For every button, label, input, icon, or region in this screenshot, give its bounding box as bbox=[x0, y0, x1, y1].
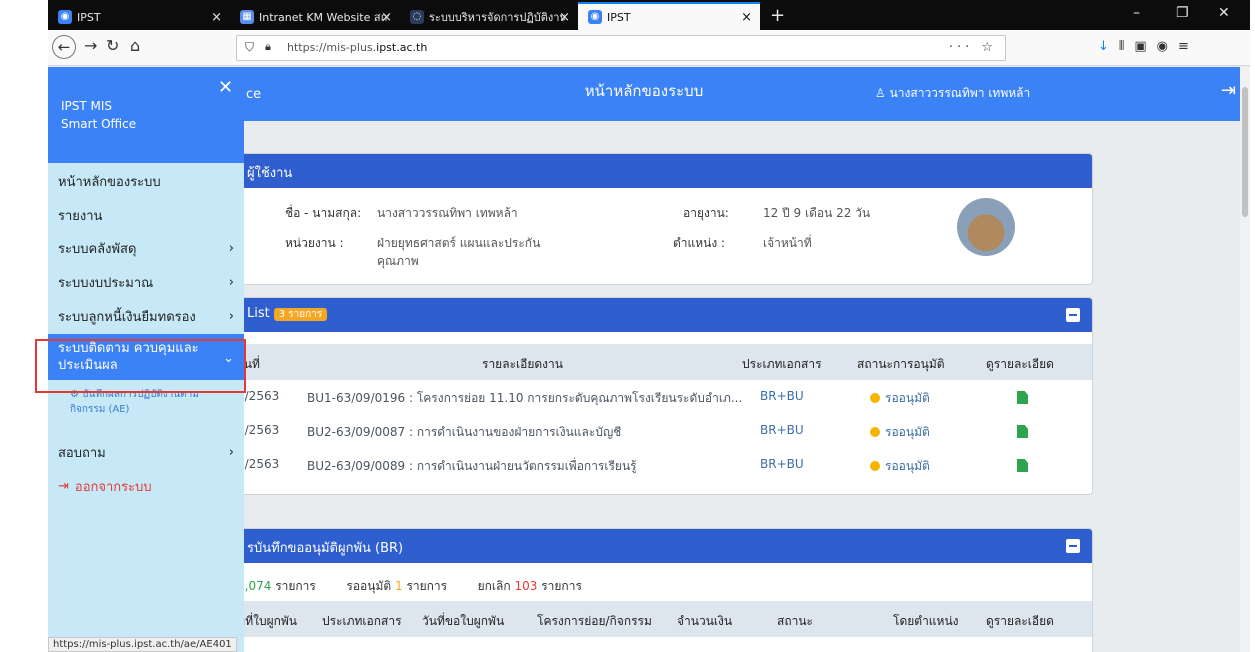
browser-tab-1[interactable]: ◉ IPST × bbox=[48, 4, 230, 30]
favicon-icon: ◉ bbox=[588, 10, 602, 24]
col-status: สถานะการอนุมัติ bbox=[857, 357, 945, 371]
lock-icon: 🔒︎ bbox=[265, 40, 271, 53]
sidebar-logout[interactable]: ⇥ ออกจากระบบ bbox=[48, 469, 244, 503]
sidebar: IPST MIS Smart Office ✕ หน้าหลักของระบบ ร… bbox=[48, 67, 244, 652]
unit-label: หน่วยงาน : bbox=[285, 236, 344, 250]
browser-tab-active[interactable]: ◉ IPST × bbox=[578, 2, 760, 30]
url-text: https://mis-plus.ipst.ac.th bbox=[287, 41, 428, 54]
name-value: นางสาววรรณทิพา เทพหล้า bbox=[377, 206, 518, 220]
close-window-icon[interactable]: ✕ bbox=[1218, 5, 1230, 21]
profile-header: ผู้ใช้งาน bbox=[237, 154, 1092, 188]
col-doctype: ประเภทเอกสาร bbox=[742, 357, 822, 371]
avatar bbox=[957, 198, 1015, 256]
favicon-icon: ▦ bbox=[240, 10, 254, 24]
chevron-right-icon: › bbox=[228, 444, 234, 460]
tab-bar: ◉ IPST × ▦ Intranet KM Website สถาบันส่ง… bbox=[48, 0, 1250, 30]
status-badge: รออนุมัติ bbox=[870, 457, 930, 476]
sidebar-subitem-ae[interactable]: ⚙ บันทึกผลการปฏิบัติงานตาม กิจกรรม (AE) bbox=[70, 387, 230, 417]
brand-name: IPST MIS bbox=[61, 99, 113, 113]
download-icon: ↓ bbox=[1098, 39, 1119, 54]
nav-bar: ← → ↻ ⌂ ⛉ 🔒︎ https://mis-plus.ipst.ac.th… bbox=[48, 30, 1250, 66]
unit-value: ฝ่ายยุทธศาสตร์ แผนและประกันคุณภาพ bbox=[377, 236, 541, 268]
reload-icon[interactable]: ↻ bbox=[106, 36, 119, 55]
chevron-down-icon: ⌄ bbox=[223, 351, 234, 366]
count-badge: 3 รายการ bbox=[273, 308, 328, 321]
sidebar-item-inquiry[interactable]: สอบถาม › bbox=[48, 435, 244, 469]
right-margin bbox=[1250, 0, 1255, 652]
minimize-icon[interactable]: – bbox=[1133, 5, 1140, 21]
sidebar-item-debtor[interactable]: ระบบลูกหนี้เงินยืมทดรอง › bbox=[48, 299, 244, 333]
favicon-icon: ◉ bbox=[58, 10, 72, 24]
brand-subtitle: Smart Office bbox=[61, 117, 137, 131]
user-menu[interactable]: ♙ นางสาววรรณทิพา เทพหล้า bbox=[875, 84, 1030, 103]
activity-icon: ⚙ bbox=[70, 389, 83, 400]
logout-icon: ⇥ bbox=[58, 478, 69, 494]
close-icon[interactable]: ✕ bbox=[218, 77, 233, 98]
document-icon[interactable] bbox=[1017, 425, 1028, 438]
sidebar-item-budget[interactable]: ระบบงบประมาณ › bbox=[48, 265, 244, 299]
sidebar-brand: IPST MIS Smart Office ✕ bbox=[48, 67, 244, 163]
restore-icon[interactable]: ❐ bbox=[1176, 5, 1189, 21]
col-detail: รายละเอียดงาน bbox=[482, 357, 563, 371]
account-icon: ◉ bbox=[1156, 39, 1179, 54]
library-icon: ⫴ bbox=[1118, 39, 1135, 54]
menu-icon: ≡ bbox=[1178, 39, 1199, 54]
user-icon: ♙ bbox=[875, 86, 890, 100]
tenure-label: อายุงาน: bbox=[683, 206, 729, 220]
shield-icon: ⛉ bbox=[245, 40, 255, 54]
tenure-value: 12 ปี 9 เดือน 22 วัน bbox=[763, 206, 871, 220]
sidebar-item-home[interactable]: หน้าหลักของระบบ bbox=[48, 164, 244, 198]
status-badge: รออนุมัติ bbox=[870, 423, 930, 442]
sidebar-item-inventory[interactable]: ระบบคลังพัสดุ › bbox=[48, 231, 244, 265]
collapse-icon[interactable] bbox=[1066, 539, 1080, 553]
back-icon[interactable]: ← bbox=[52, 35, 76, 59]
close-tab-icon[interactable]: × bbox=[741, 10, 752, 25]
document-icon[interactable] bbox=[1017, 459, 1028, 472]
status-bar: https://mis-plus.ipst.ac.th/ae/AE401 bbox=[48, 637, 237, 652]
position-value: เจ้าหน้าที่ bbox=[763, 236, 812, 250]
logout-icon[interactable]: ⇥ bbox=[1221, 80, 1236, 101]
favicon-icon: ◌ bbox=[410, 10, 424, 24]
forward-icon[interactable]: → bbox=[84, 36, 97, 55]
list-card: List 3 รายการ วันที่ รายละเอียดงาน ประเภท… bbox=[236, 297, 1093, 495]
left-margin bbox=[0, 0, 48, 652]
document-icon[interactable] bbox=[1017, 391, 1028, 404]
br-summary: 1,074 รายการ รออนุมัติ 1 รายการ ยกเลิก 1… bbox=[237, 579, 582, 593]
page-content: ce หน้าหลักของระบบ ♙ นางสาววรรณทิพา เทพห… bbox=[48, 67, 1240, 652]
close-tab-icon[interactable]: × bbox=[211, 10, 222, 25]
sidebar-item-monitoring[interactable]: ระบบติดตาม ควบคุมและ ประเมินผล ⌄ bbox=[48, 334, 244, 380]
vertical-scrollbar[interactable] bbox=[1240, 67, 1250, 652]
url-bar[interactable]: ⛉ 🔒︎ https://mis-plus.ipst.ac.th ··· ☆ bbox=[236, 35, 1006, 61]
chevron-right-icon: › bbox=[228, 240, 234, 256]
br-header: รบันทึกขออนุมัติผูกพัน (BR) bbox=[237, 529, 1092, 563]
browser-window: ◉ IPST × ▦ Intranet KM Website สถาบันส่ง… bbox=[48, 0, 1250, 652]
toolbar-icons[interactable]: ↓⫴▣◉≡ bbox=[1098, 39, 1199, 54]
br-card: รบันทึกขออนุมัติผูกพัน (BR) 1,074 รายการ… bbox=[236, 528, 1093, 652]
table-header: วันที่ รายละเอียดงาน ประเภทเอกสาร สถานะก… bbox=[237, 344, 1092, 380]
br-table-header: ขที่ใบผูกพัน ประเภทเอกสาร วันที่ขอใบผูกพ… bbox=[237, 601, 1092, 637]
sidebar-item-report[interactable]: รายงาน bbox=[48, 198, 244, 232]
chevron-right-icon: › bbox=[228, 308, 234, 324]
profile-card: ผู้ใช้งาน ชื่อ - นามสกุล: นางสาววรรณทิพา… bbox=[236, 153, 1093, 285]
browser-tab-2[interactable]: ▦ Intranet KM Website สถาบันส่งเ × bbox=[230, 4, 400, 30]
name-label: ชื่อ - นามสกุล: bbox=[285, 206, 362, 220]
status-badge: รออนุมัติ bbox=[870, 389, 930, 408]
col-view: ดูรายละเอียด bbox=[986, 357, 1054, 371]
close-tab-icon[interactable]: × bbox=[559, 10, 570, 25]
browser-tab-3[interactable]: ◌ ระบบบริหารจัดการปฏิบัติงานภายใน × bbox=[400, 4, 578, 30]
list-header: List 3 รายการ bbox=[237, 298, 1092, 332]
new-tab-icon[interactable]: + bbox=[770, 5, 785, 26]
collapse-icon[interactable] bbox=[1066, 308, 1080, 322]
sidebar-icon: ▣ bbox=[1134, 39, 1157, 54]
chevron-right-icon: › bbox=[228, 274, 234, 290]
position-label: ตำแหน่ง : bbox=[673, 236, 726, 250]
page-actions-icon[interactable]: ··· ☆ bbox=[949, 40, 997, 55]
close-tab-icon[interactable]: × bbox=[381, 10, 392, 25]
home-icon[interactable]: ⌂ bbox=[130, 36, 140, 55]
